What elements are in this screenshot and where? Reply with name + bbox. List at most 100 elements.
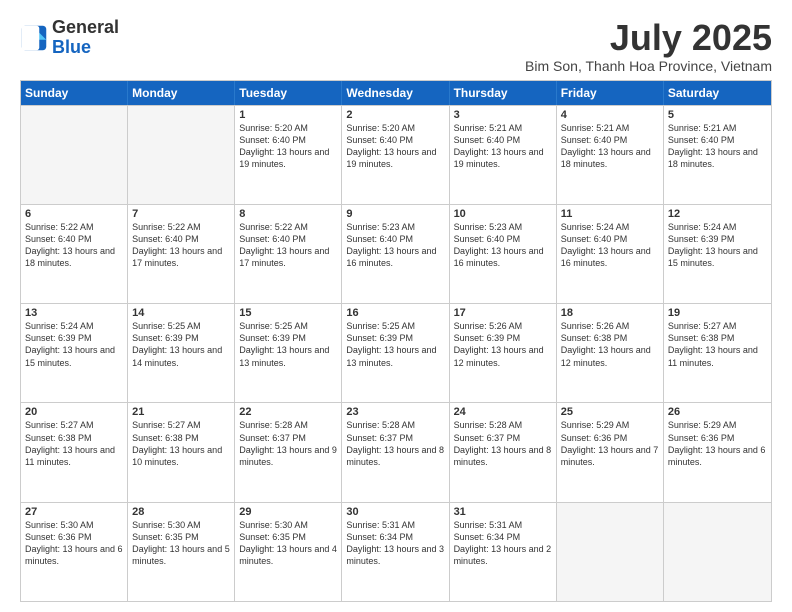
calendar-day-25: 25Sunrise: 5:29 AM Sunset: 6:36 PM Dayli…	[557, 403, 664, 501]
calendar-day-4: 4 Sunrise: 5:21 AM Sunset: 6:40 PM Daylig…	[557, 106, 664, 204]
logo-general: General	[52, 18, 119, 38]
header-day-thursday: Thursday	[450, 81, 557, 105]
calendar-week-2: 6 Sunrise: 5:22 AM Sunset: 6:40 PM Daylig…	[21, 204, 771, 303]
calendar-day-17: 17 Sunrise: 5:26 AM Sunset: 6:39 PM Dayli…	[450, 304, 557, 402]
calendar-day-2: 2 Sunrise: 5:20 AM Sunset: 6:40 PM Daylig…	[342, 106, 449, 204]
day-info: Sunrise: 5:21 AM Sunset: 6:40 PM Dayligh…	[454, 123, 544, 169]
logo-icon	[20, 24, 48, 52]
calendar-day-8: 8 Sunrise: 5:22 AM Sunset: 6:40 PM Daylig…	[235, 205, 342, 303]
day-info: Sunrise: 5:20 AM Sunset: 6:40 PM Dayligh…	[346, 123, 436, 169]
day-info: Sunrise: 5:26 AM Sunset: 6:39 PM Dayligh…	[454, 321, 544, 367]
calendar-week-1: 1 Sunrise: 5:20 AM Sunset: 6:40 PM Daylig…	[21, 105, 771, 204]
calendar-day-18: 18 Sunrise: 5:26 AM Sunset: 6:38 PM Dayli…	[557, 304, 664, 402]
day-info: Sunrise: 5:25 AM Sunset: 6:39 PM Dayligh…	[132, 321, 222, 367]
day-number: 13	[25, 307, 123, 319]
day-info: Sunrise: 5:22 AM Sunset: 6:40 PM Dayligh…	[132, 222, 222, 268]
day-info: Sunrise: 5:29 AM Sunset: 6:36 PM Dayligh…	[668, 420, 766, 466]
header-day-wednesday: Wednesday	[342, 81, 449, 105]
calendar-day-7: 7Sunrise: 5:22 AM Sunset: 6:40 PM Daylig…	[128, 205, 235, 303]
calendar-empty-cell	[557, 503, 664, 601]
day-info: Sunrise: 5:28 AM Sunset: 6:37 PM Dayligh…	[346, 420, 444, 466]
calendar-header: SundayMondayTuesdayWednesdayThursdayFrid…	[21, 81, 771, 105]
calendar-day-3: 3 Sunrise: 5:21 AM Sunset: 6:40 PM Daylig…	[450, 106, 557, 204]
day-number: 11	[561, 208, 659, 220]
title-block: July 2025 Bim Son, Thanh Hoa Province, V…	[525, 18, 772, 74]
day-number: 21	[132, 406, 230, 418]
calendar-empty-cell	[128, 106, 235, 204]
calendar-day-21: 21Sunrise: 5:27 AM Sunset: 6:38 PM Dayli…	[128, 403, 235, 501]
day-number: 5	[668, 109, 767, 121]
day-number: 10	[454, 208, 552, 220]
header-day-sunday: Sunday	[21, 81, 128, 105]
day-number: 23	[346, 406, 444, 418]
day-number: 12	[668, 208, 767, 220]
day-number: 27	[25, 506, 123, 518]
calendar-day-5: 5Sunrise: 5:21 AM Sunset: 6:40 PM Daylig…	[664, 106, 771, 204]
calendar-day-22: 22 Sunrise: 5:28 AM Sunset: 6:37 PM Dayli…	[235, 403, 342, 501]
day-number: 29	[239, 506, 337, 518]
location-subtitle: Bim Son, Thanh Hoa Province, Vietnam	[525, 58, 772, 74]
calendar-day-10: 10 Sunrise: 5:23 AM Sunset: 6:40 PM Dayli…	[450, 205, 557, 303]
day-info: Sunrise: 5:28 AM Sunset: 6:37 PM Dayligh…	[239, 420, 337, 466]
day-number: 2	[346, 109, 444, 121]
calendar-day-26: 26 Sunrise: 5:29 AM Sunset: 6:36 PM Dayli…	[664, 403, 771, 501]
day-info: Sunrise: 5:22 AM Sunset: 6:40 PM Dayligh…	[25, 222, 115, 268]
day-info: Sunrise: 5:24 AM Sunset: 6:39 PM Dayligh…	[668, 222, 758, 268]
day-info: Sunrise: 5:23 AM Sunset: 6:40 PM Dayligh…	[454, 222, 544, 268]
day-number: 4	[561, 109, 659, 121]
day-info: Sunrise: 5:25 AM Sunset: 6:39 PM Dayligh…	[239, 321, 329, 367]
calendar-day-1: 1 Sunrise: 5:20 AM Sunset: 6:40 PM Daylig…	[235, 106, 342, 204]
day-number: 6	[25, 208, 123, 220]
day-info: Sunrise: 5:22 AM Sunset: 6:40 PM Dayligh…	[239, 222, 329, 268]
day-number: 16	[346, 307, 444, 319]
day-info: Sunrise: 5:30 AM Sunset: 6:35 PM Dayligh…	[239, 520, 337, 566]
day-info: Sunrise: 5:23 AM Sunset: 6:40 PM Dayligh…	[346, 222, 436, 268]
day-number: 17	[454, 307, 552, 319]
day-info: Sunrise: 5:29 AM Sunset: 6:36 PM Dayligh…	[561, 420, 659, 466]
header-day-saturday: Saturday	[664, 81, 771, 105]
header-day-tuesday: Tuesday	[235, 81, 342, 105]
logo-blue: Blue	[52, 38, 119, 58]
day-number: 24	[454, 406, 552, 418]
calendar-day-29: 29 Sunrise: 5:30 AM Sunset: 6:35 PM Dayli…	[235, 503, 342, 601]
calendar-day-14: 14 Sunrise: 5:25 AM Sunset: 6:39 PM Dayli…	[128, 304, 235, 402]
calendar-day-9: 9 Sunrise: 5:23 AM Sunset: 6:40 PM Daylig…	[342, 205, 449, 303]
calendar-day-6: 6 Sunrise: 5:22 AM Sunset: 6:40 PM Daylig…	[21, 205, 128, 303]
day-info: Sunrise: 5:21 AM Sunset: 6:40 PM Dayligh…	[561, 123, 651, 169]
day-info: Sunrise: 5:20 AM Sunset: 6:40 PM Dayligh…	[239, 123, 329, 169]
day-number: 28	[132, 506, 230, 518]
day-number: 9	[346, 208, 444, 220]
logo-text: General Blue	[52, 18, 119, 58]
calendar-week-3: 13Sunrise: 5:24 AM Sunset: 6:39 PM Dayli…	[21, 303, 771, 402]
calendar-empty-cell	[664, 503, 771, 601]
day-number: 8	[239, 208, 337, 220]
day-number: 26	[668, 406, 767, 418]
day-info: Sunrise: 5:27 AM Sunset: 6:38 PM Dayligh…	[25, 420, 115, 466]
day-number: 19	[668, 307, 767, 319]
page-header: General Blue July 2025 Bim Son, Thanh Ho…	[20, 18, 772, 74]
day-number: 3	[454, 109, 552, 121]
calendar-day-23: 23 Sunrise: 5:28 AM Sunset: 6:37 PM Dayli…	[342, 403, 449, 501]
day-number: 18	[561, 307, 659, 319]
month-title: July 2025	[525, 18, 772, 58]
day-info: Sunrise: 5:28 AM Sunset: 6:37 PM Dayligh…	[454, 420, 552, 466]
day-info: Sunrise: 5:26 AM Sunset: 6:38 PM Dayligh…	[561, 321, 651, 367]
calendar-day-31: 31Sunrise: 5:31 AM Sunset: 6:34 PM Dayli…	[450, 503, 557, 601]
calendar-body: 1 Sunrise: 5:20 AM Sunset: 6:40 PM Daylig…	[21, 105, 771, 601]
day-info: Sunrise: 5:30 AM Sunset: 6:35 PM Dayligh…	[132, 520, 230, 566]
day-info: Sunrise: 5:30 AM Sunset: 6:36 PM Dayligh…	[25, 520, 123, 566]
header-day-monday: Monday	[128, 81, 235, 105]
calendar-day-30: 30Sunrise: 5:31 AM Sunset: 6:34 PM Dayli…	[342, 503, 449, 601]
calendar-day-20: 20Sunrise: 5:27 AM Sunset: 6:38 PM Dayli…	[21, 403, 128, 501]
day-number: 1	[239, 109, 337, 121]
header-day-friday: Friday	[557, 81, 664, 105]
day-number: 14	[132, 307, 230, 319]
calendar: SundayMondayTuesdayWednesdayThursdayFrid…	[20, 80, 772, 602]
calendar-day-27: 27 Sunrise: 5:30 AM Sunset: 6:36 PM Dayli…	[21, 503, 128, 601]
calendar-empty-cell	[21, 106, 128, 204]
day-number: 30	[346, 506, 444, 518]
day-number: 22	[239, 406, 337, 418]
calendar-day-12: 12 Sunrise: 5:24 AM Sunset: 6:39 PM Dayli…	[664, 205, 771, 303]
day-info: Sunrise: 5:25 AM Sunset: 6:39 PM Dayligh…	[346, 321, 436, 367]
calendar-day-16: 16 Sunrise: 5:25 AM Sunset: 6:39 PM Dayli…	[342, 304, 449, 402]
